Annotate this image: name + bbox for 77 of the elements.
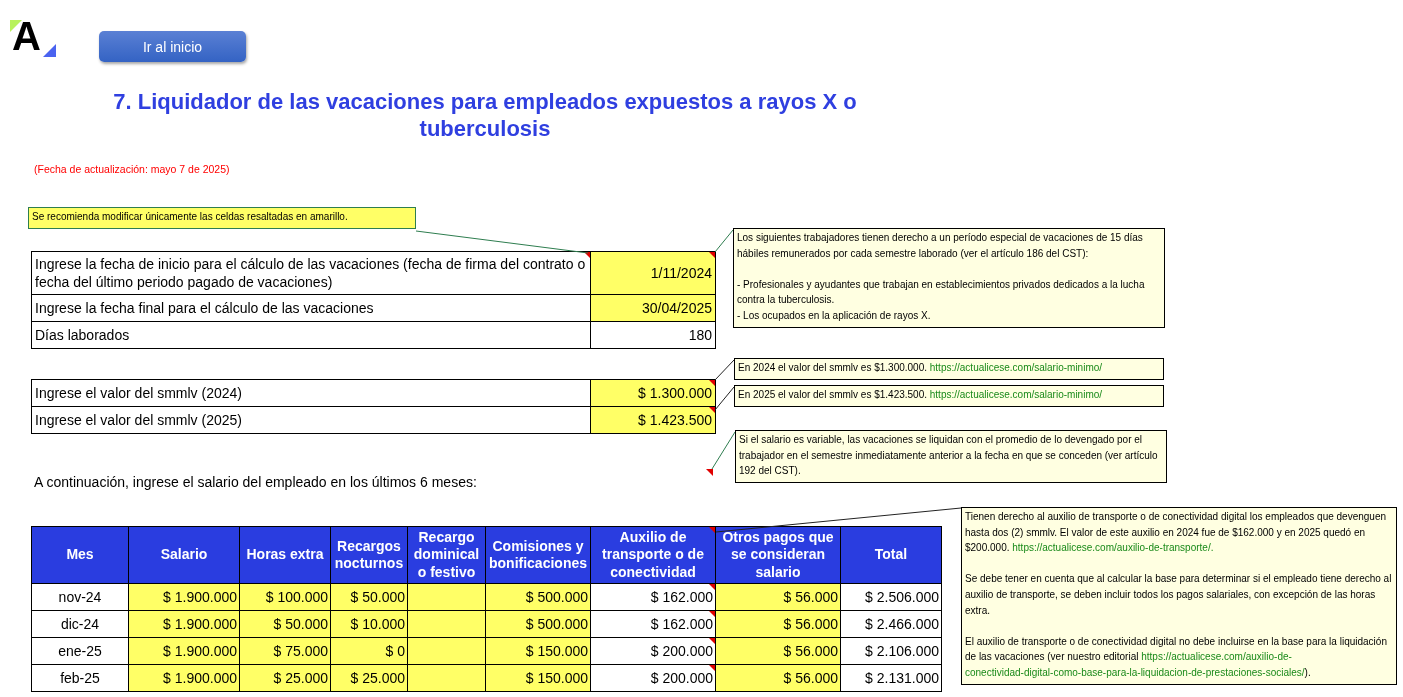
input-cell[interactable]: $ 50.000 xyxy=(239,610,331,638)
input-cell[interactable] xyxy=(407,637,486,665)
table-cell: $ 2.466.000 xyxy=(840,610,942,638)
comment-text: Si el salario es variable, las vacaciones se liquidan con el promedio de lo devengado por el trabajador en el semestre inmediatamente anterior a la fecha en que se conceden (ver artículo 192 del CST). xyxy=(739,433,1159,479)
input-cell[interactable]: $ 1.900.000 xyxy=(128,637,240,665)
table-cell: Ingrese el valor del smmlv (2025) xyxy=(31,406,591,434)
table-cell: dic-24 xyxy=(31,610,129,638)
input-cell[interactable]: $ 0 xyxy=(330,637,408,665)
input-cell[interactable]: $ 1.900.000 xyxy=(128,610,240,638)
instruction-text: A continuación, ingrese el salario del empleado en los últimos 6 meses: xyxy=(34,474,478,490)
comment-text: Se debe tener en cuenta que al calcular la base para determinar si el empleado tiene derecho al auxilio de transporte, se deben incluir todos los pagos salariales, con excepción de las horas extra. xyxy=(965,572,1393,618)
input-cell[interactable] xyxy=(407,583,486,611)
column-header: Recargos nocturnos xyxy=(330,526,408,584)
table-cell: $ 2.506.000 xyxy=(840,583,942,611)
table-cell: Ingrese la fecha final para el cálculo de las vacaciones xyxy=(31,294,591,322)
comment-indicator-icon xyxy=(709,407,715,413)
input-cell[interactable]: 30/04/2025 xyxy=(590,294,716,322)
leader-line xyxy=(714,386,735,411)
link[interactable]: conectividad-digital-como-base-para-la-liquidacion-de-prestaciones-sociales/ xyxy=(965,666,1305,678)
input-cell[interactable]: $ 1.900.000 xyxy=(128,583,240,611)
input-cell[interactable]: $ 1.423.500 xyxy=(590,406,716,434)
column-header: Horas extra xyxy=(239,526,331,584)
comment-text: - Profesionales y ayudantes que trabajan en establecimientos privados dedicados a la lucha contra la tuberculosis. xyxy=(737,277,1146,308)
home-button[interactable]: Ir al inicio xyxy=(99,31,246,62)
input-cell[interactable]: $ 75.000 xyxy=(239,637,331,665)
column-header: Auxilio de transporte o de conectividad xyxy=(590,526,716,584)
input-cell[interactable]: $ 56.000 xyxy=(715,583,841,611)
table-cell: feb-25 xyxy=(31,664,129,692)
input-cell[interactable]: $ 50.000 xyxy=(330,583,408,611)
comment-text: - Los ocupados en la aplicación de rayos X. xyxy=(737,308,932,323)
comment-text: En 2024 el valor del smmlv es $1.300.000. https://actualicese.com/salario-minimo/ xyxy=(738,361,1104,375)
input-cell[interactable]: $ 25.000 xyxy=(330,664,408,692)
column-header: Comisiones y bonificaciones xyxy=(485,526,591,584)
comment-text: En 2025 el valor del smmlv es $1.423.500. https://actualicese.com/salario-minimo/ xyxy=(738,388,1104,402)
input-cell[interactable]: $ 150.000 xyxy=(485,637,591,665)
comment-text: El auxilio de transporte o de conectividad digital no debe incluirse en la base para la liquidación de las vacaciones (ver nuestro editorial https://actualicese.com/auxilio-de- conectividad-digital-como-base-para-la-liquidacion-de-prestaciones-sociales/). xyxy=(965,634,1388,680)
input-cell[interactable]: $ 56.000 xyxy=(715,610,841,638)
input-cell[interactable]: $ 100.000 xyxy=(239,583,331,611)
comment-indicator-icon xyxy=(709,380,715,386)
page-title: 7. Liquidador de las vacaciones para empleados expuestos a rayos X o tuberculosis xyxy=(112,88,858,142)
leader-line xyxy=(714,229,734,253)
link[interactable]: https://actualicese.com/salario-minimo/ xyxy=(929,362,1103,373)
column-header: Total xyxy=(840,526,942,584)
input-cell[interactable]: $ 10.000 xyxy=(330,610,408,638)
comment-text: Los siguientes trabajadores tienen derecho a un período especial de vacaciones de 15 días hábiles remunerados por cada semestre laborado (ver el artículo 186 del CST): xyxy=(737,231,1144,261)
comment-text: Tienen derecho al auxilio de transporte o de conectividad digital los empleados que devenguen hasta dos (2) smmlv. El valor de este auxilio en 2024 fue de $162.000 y en 2025 quedó en $200.000. https://actualicese.com/auxilio-de-transporte/. xyxy=(965,510,1388,556)
comment-indicator-icon xyxy=(706,469,713,476)
input-cell[interactable]: $ 150.000 xyxy=(485,664,591,692)
input-cell[interactable] xyxy=(407,610,486,638)
table-cell: $ 2.106.000 xyxy=(840,637,942,665)
table-cell: Ingrese el valor del smmlv (2024) xyxy=(31,379,591,407)
column-header: Salario xyxy=(128,526,240,584)
table-cell: nov-24 xyxy=(31,583,129,611)
update-date: (Fecha de actualización: mayo 7 de 2025) xyxy=(34,163,231,175)
column-header: Recargo dominical o festivo xyxy=(407,526,486,584)
column-header: Mes xyxy=(31,526,129,584)
input-cell[interactable]: $ 1.300.000 xyxy=(590,379,716,407)
comment-indicator-icon xyxy=(709,252,715,258)
table-cell: Días laborados xyxy=(31,321,591,349)
column-header: Otros pagos que se consideran salario xyxy=(715,526,841,584)
leader-line xyxy=(711,431,736,470)
input-cell[interactable]: $ 500.000 xyxy=(485,583,591,611)
input-cell[interactable]: $ 1.900.000 xyxy=(128,664,240,692)
input-cell[interactable]: $ 500.000 xyxy=(485,610,591,638)
input-cell[interactable]: 1/11/2024 xyxy=(590,251,716,295)
table-cell: ene-25 xyxy=(31,637,129,665)
table-cell: $ 2.131.000 xyxy=(840,664,942,692)
leader-line xyxy=(714,359,735,381)
table-cell: 180 xyxy=(590,321,716,349)
input-cell[interactable] xyxy=(407,664,486,692)
comment-text: Se recomienda modificar únicamente las celdas resaltadas en amarillo. xyxy=(32,210,349,224)
input-cell[interactable]: $ 56.000 xyxy=(715,637,841,665)
link[interactable]: https://actualicese.com/auxilio-de-transporte/. xyxy=(1012,542,1214,554)
input-cell[interactable]: $ 25.000 xyxy=(239,664,331,692)
input-cell[interactable]: $ 56.000 xyxy=(715,664,841,692)
link[interactable]: https://actualicese.com/auxilio-de- xyxy=(1141,651,1292,663)
link[interactable]: https://actualicese.com/salario-minimo/ xyxy=(929,389,1103,400)
